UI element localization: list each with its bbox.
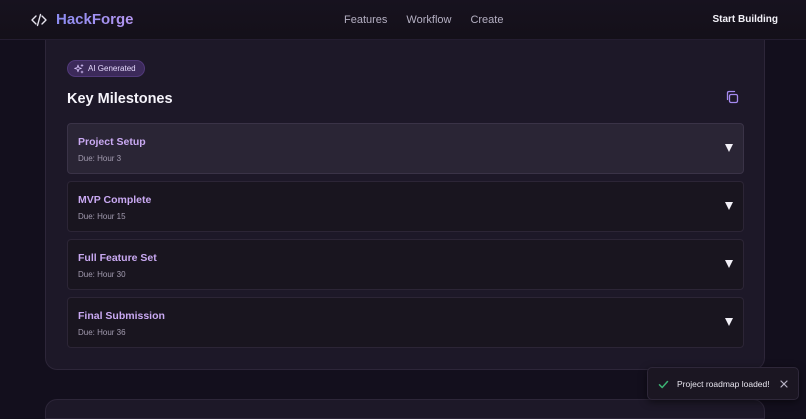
sparkles-icon [74, 63, 84, 73]
milestone-list: Project Setup Due: Hour 3 MVP Complete D… [67, 123, 744, 355]
toast-message: Project roadmap loaded! [677, 379, 770, 389]
chevron-down-icon[interactable] [725, 202, 733, 210]
milestone-title: MVP Complete [78, 194, 152, 206]
top-navigation-bar: HackForge Features Workflow Create Start… [0, 0, 806, 40]
chevron-down-icon[interactable] [725, 144, 733, 152]
milestone-title: Final Submission [78, 310, 165, 322]
milestone-item[interactable]: Full Feature Set Due: Hour 30 [67, 239, 744, 290]
badge-label: AI Generated [88, 63, 136, 73]
ai-generated-badge: AI Generated [67, 60, 145, 77]
start-building-button[interactable]: Start Building [712, 13, 778, 27]
milestone-due: Due: Hour 3 [78, 154, 122, 163]
section-title: Key Milestones [67, 91, 173, 107]
milestones-card: AI Generated Key Milestones Project Setu… [45, 40, 765, 370]
milestone-due: Due: Hour 30 [78, 270, 126, 279]
main-nav: Features Workflow Create [344, 13, 522, 27]
milestone-title: Full Feature Set [78, 252, 157, 264]
check-icon [658, 380, 669, 389]
milestone-item[interactable]: Final Submission Due: Hour 36 [67, 297, 744, 348]
nav-link-workflow[interactable]: Workflow [406, 13, 451, 27]
nav-link-create[interactable]: Create [470, 13, 503, 27]
next-section-card [45, 399, 765, 419]
milestone-item[interactable]: MVP Complete Due: Hour 15 [67, 181, 744, 232]
brand-name: HackForge [56, 11, 134, 28]
toast-notification: Project roadmap loaded! [647, 367, 799, 400]
brand-logo[interactable]: HackForge [31, 11, 134, 29]
close-icon[interactable] [780, 380, 788, 388]
nav-link-features[interactable]: Features [344, 13, 387, 27]
milestone-title: Project Setup [78, 136, 146, 148]
copy-icon[interactable] [725, 90, 739, 104]
chevron-down-icon[interactable] [725, 318, 733, 326]
milestone-item[interactable]: Project Setup Due: Hour 3 [67, 123, 744, 174]
milestone-due: Due: Hour 15 [78, 212, 126, 221]
code-icon [31, 13, 47, 27]
chevron-down-icon[interactable] [725, 260, 733, 268]
milestone-due: Due: Hour 36 [78, 328, 126, 337]
